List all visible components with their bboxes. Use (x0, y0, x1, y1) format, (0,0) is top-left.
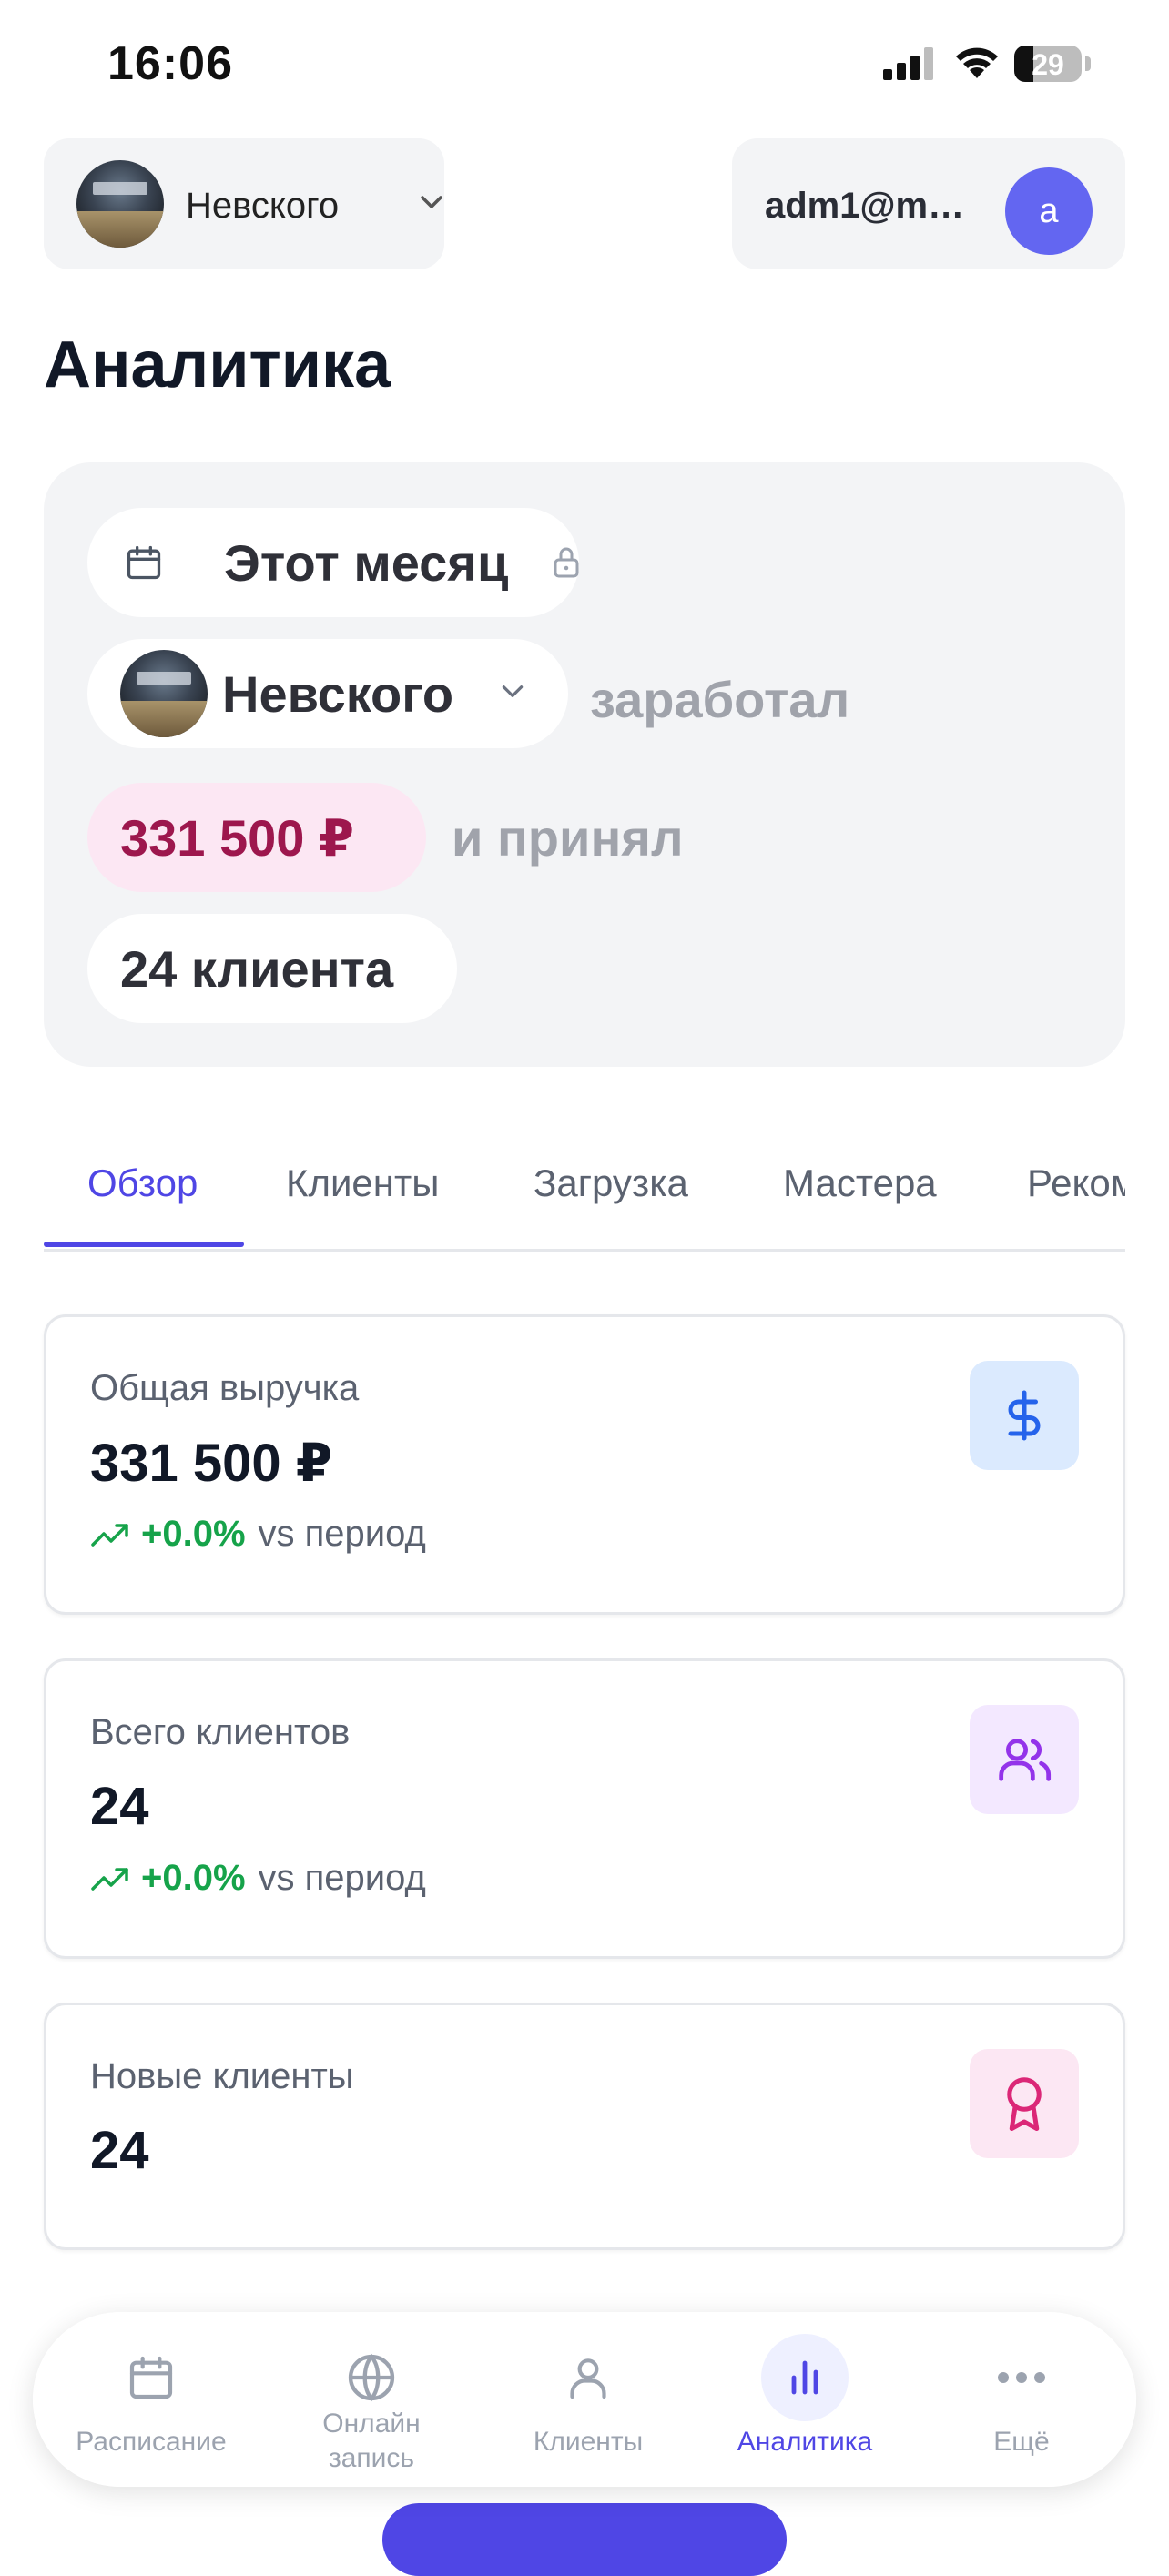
stat-card-revenue[interactable]: Общая выручка 331 500 ₽ +0.0% vs период (44, 1314, 1125, 1615)
stat-trend: +0.0% vs период (90, 1514, 426, 1555)
trending-up-icon (91, 1867, 128, 1891)
analytics-tabs: Обзор Клиенты Загрузка Мастера Рекоменда… (44, 1129, 1125, 1252)
clients-value: 24 клиента (120, 940, 394, 998)
amount-value: 331 500 ₽ (120, 809, 354, 867)
chevron-down-icon (421, 196, 442, 208)
calendar-icon (127, 545, 161, 580)
tab-overview[interactable]: Обзор (87, 1161, 198, 1205)
dollar-icon (970, 1361, 1079, 1470)
branch-name: Невского (186, 186, 340, 226)
nav-label: Клиенты (533, 2427, 644, 2457)
more-icon (978, 2334, 1065, 2421)
account-avatar[interactable]: a (1005, 167, 1093, 255)
user-icon (544, 2334, 632, 2421)
period-label: Этот месяц (224, 534, 509, 592)
floating-action-button[interactable] (382, 2503, 787, 2576)
period-selector[interactable]: Этот месяц (87, 508, 579, 617)
trend-suffix: vs период (258, 1858, 426, 1898)
trend-value: +0.0% (141, 1514, 246, 1554)
signal-icon (883, 47, 933, 80)
stat-trend: +0.0% vs период (90, 1858, 426, 1899)
stat-label: Общая выручка (90, 1368, 360, 1408)
battery-cap (1085, 56, 1091, 71)
tab-active-indicator (44, 1242, 244, 1247)
accepted-text: и принял (452, 809, 684, 867)
tab-masters[interactable]: Мастера (783, 1161, 937, 1205)
stat-card-total-clients[interactable]: Всего клиентов 24 +0.0% vs период (44, 1658, 1125, 1959)
clients-badge: 24 клиента (87, 914, 457, 1023)
branch-avatar (76, 160, 164, 248)
status-time: 16:06 (107, 37, 233, 90)
summary-branch-selector[interactable]: Невского (87, 639, 568, 748)
bottom-nav: Расписание Онлайн запись Клиенты Аналити… (33, 2312, 1136, 2487)
nav-more[interactable]: Ещё (912, 2312, 1131, 2487)
summary-card: Этот месяц Невского заработал 331 500 ₽ … (44, 462, 1125, 1067)
nav-label: Ещё (993, 2427, 1050, 2457)
account-menu[interactable]: adm1@m… a (732, 138, 1125, 269)
nav-clients[interactable]: Клиенты (479, 2312, 697, 2487)
branch-avatar (120, 650, 208, 737)
stat-value: 24 (90, 1777, 149, 1836)
trend-suffix: vs период (258, 1514, 426, 1554)
amount-badge: 331 500 ₽ (87, 783, 426, 892)
account-email: adm1@m… (765, 186, 965, 226)
battery-icon: 29 (1014, 46, 1082, 82)
stat-label: Новые клиенты (90, 2056, 354, 2096)
lock-icon (554, 547, 579, 578)
nav-label: Аналитика (737, 2427, 873, 2457)
tab-clients[interactable]: Клиенты (286, 1161, 439, 1205)
stat-value: 24 (90, 2121, 149, 2180)
page-title: Аналитика (44, 329, 391, 401)
wifi-icon (956, 47, 998, 78)
stat-card-new-clients[interactable]: Новые клиенты 24 (44, 2003, 1125, 2250)
trending-up-icon (91, 1523, 128, 1547)
award-icon (970, 2049, 1079, 2158)
nav-online-booking[interactable]: Онлайн запись (262, 2312, 481, 2487)
trend-value: +0.0% (141, 1858, 246, 1898)
status-bar: 16:06 29 (0, 0, 1169, 127)
calendar-icon (107, 2334, 195, 2421)
nav-analytics[interactable]: Аналитика (696, 2312, 914, 2487)
nav-label: Расписание (76, 2427, 227, 2457)
tab-recommendations[interactable]: Рекомендации (1027, 1161, 1125, 1205)
branch-selector[interactable]: Невского (44, 138, 444, 269)
users-icon (970, 1705, 1079, 1814)
earned-text: заработал (590, 671, 850, 728)
tab-load[interactable]: Загрузка (534, 1161, 688, 1205)
stat-value: 331 500 ₽ (90, 1434, 333, 1493)
bar-chart-icon (761, 2334, 849, 2421)
nav-label: Онлайн запись (322, 2409, 421, 2473)
chevron-down-icon (502, 685, 524, 697)
stat-label: Всего клиентов (90, 1712, 351, 1752)
summary-branch-label: Невского (222, 665, 454, 723)
nav-schedule[interactable]: Расписание (42, 2312, 260, 2487)
